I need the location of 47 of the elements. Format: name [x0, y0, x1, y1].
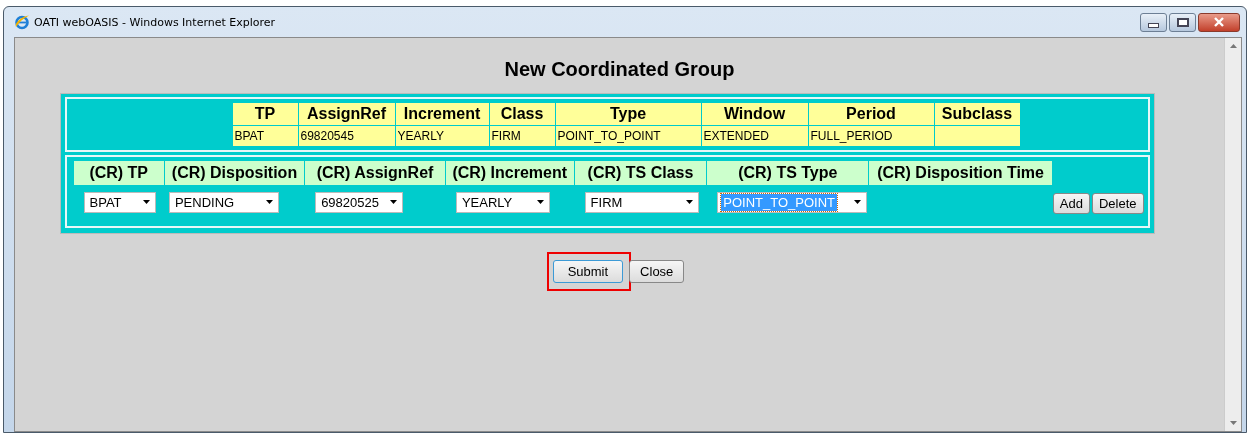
- column-header: Subclass: [934, 103, 1020, 125]
- table-cell: FULL_PERIOD: [808, 126, 934, 146]
- column-header: (CR) Increment: [445, 161, 574, 185]
- close-button[interactable]: [1198, 12, 1240, 32]
- table-cell: EXTENDED: [701, 126, 808, 146]
- dropdown[interactable]: PENDING: [168, 191, 279, 213]
- column-header: Type: [555, 103, 701, 125]
- window-title: OATI webOASIS - Windows Internet Explorer: [34, 15, 276, 29]
- table-cell: FIRM: [489, 126, 555, 146]
- browser-logo-icon: [14, 14, 30, 30]
- column-header: Period: [808, 103, 934, 125]
- page-title: New Coordinated Group: [504, 58, 735, 81]
- column-header: AssignRef: [298, 103, 395, 125]
- column-header: (CR) TS Class: [574, 161, 707, 185]
- maximize-button[interactable]: [1169, 12, 1196, 32]
- submit-button[interactable]: Submit: [552, 260, 624, 283]
- caret-icon[interactable]: [536, 200, 544, 204]
- column-header: Window: [701, 103, 808, 125]
- column-header: (CR) Disposition Time: [869, 161, 1052, 185]
- dropdown[interactable]: YEARLY: [455, 191, 550, 213]
- column-header: (CR) Disposition: [164, 161, 305, 185]
- dropdown[interactable]: 69820525: [315, 191, 404, 213]
- scroll-down-icon[interactable]: [1229, 421, 1237, 425]
- table-cell: YEARLY: [395, 126, 489, 146]
- close-icon[interactable]: [1213, 17, 1225, 27]
- column-header: Class: [489, 103, 555, 125]
- column-header: TP: [232, 103, 298, 125]
- caret-icon[interactable]: [142, 200, 150, 204]
- column-header: (CR) TP: [73, 161, 164, 185]
- dropdown[interactable]: BPAT: [83, 191, 156, 213]
- delete-button[interactable]: Delete: [1091, 193, 1144, 214]
- scrollbar[interactable]: [1224, 38, 1241, 431]
- caret-icon[interactable]: [854, 200, 862, 204]
- table-cell: 69820545: [298, 126, 395, 146]
- column-header: (CR) AssignRef: [305, 161, 445, 185]
- caret-icon[interactable]: [685, 200, 693, 204]
- add-button[interactable]: Add: [1052, 193, 1090, 214]
- close-button[interactable]: Close: [629, 260, 685, 283]
- scroll-up-icon[interactable]: [1229, 44, 1237, 48]
- column-header: (CR) TS Type: [707, 161, 869, 185]
- caret-icon[interactable]: [390, 200, 398, 204]
- minimize-button[interactable]: [1140, 12, 1167, 32]
- table-cell: POINT_TO_POINT: [555, 126, 701, 146]
- column-header: Increment: [395, 103, 489, 125]
- caret-icon[interactable]: [265, 200, 273, 204]
- dropdown[interactable]: FIRM: [584, 191, 699, 213]
- table-cell: BPAT: [232, 126, 298, 146]
